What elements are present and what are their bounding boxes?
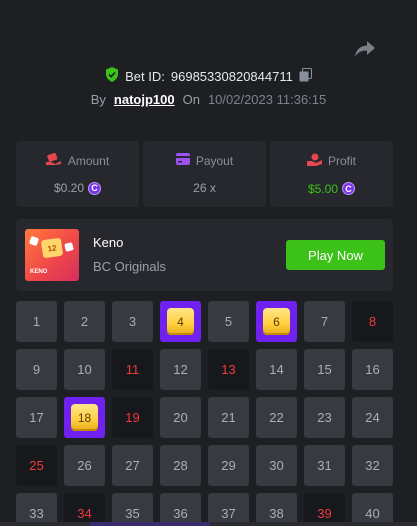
profit-stat: Profit $5.00 C [270, 141, 393, 207]
dice-icon [64, 242, 74, 252]
keno-tile-icon: 12 [40, 237, 64, 259]
keno-cell-3: 3 [112, 301, 153, 342]
keno-cell-13: 13 [208, 349, 249, 390]
by-label: By [90, 92, 106, 107]
keno-cell-18: 18 [64, 397, 105, 438]
bet-author-row: By natojp100 On 10/02/2023 11:36:15 [0, 92, 417, 107]
payout-label: Payout [195, 153, 234, 168]
game-card: 12 KENO Keno BC Originals Play Now [16, 219, 393, 291]
keno-cell-10: 10 [64, 349, 105, 390]
keno-cell-21: 21 [208, 397, 249, 438]
bottom-scroll-bar [0, 522, 417, 526]
keno-cell-7: 7 [304, 301, 345, 342]
bet-stats: Amount $0.20 C Payout 26 x Profit $5.00 … [16, 141, 393, 207]
bet-date: 10/02/2023 11:36:15 [207, 92, 327, 107]
coin-icon: C [342, 182, 356, 195]
keno-cell-14: 14 [256, 349, 297, 390]
profit-value: $5.00 [307, 181, 339, 196]
keno-cell-32: 32 [352, 445, 393, 486]
bottom-bar-segment [90, 522, 210, 526]
keno-cell-23: 23 [304, 397, 345, 438]
profit-label: Profit [327, 153, 356, 168]
keno-cell-20: 20 [160, 397, 201, 438]
keno-logo-text: KENO [30, 269, 48, 275]
dice-icon [28, 235, 40, 247]
game-provider: BC Originals [93, 259, 166, 274]
payout-icon [175, 153, 190, 168]
bet-id-label: Bet ID: [125, 68, 165, 84]
shield-check-icon [105, 67, 119, 85]
coin-icon: C [88, 181, 102, 195]
keno-hit-number: 4 [167, 308, 194, 335]
keno-cell-24: 24 [352, 397, 393, 438]
play-now-button[interactable]: Play Now [286, 240, 385, 270]
amount-label: Amount [67, 153, 110, 168]
keno-cell-19: 19 [112, 397, 153, 438]
keno-cell-9: 9 [16, 349, 57, 390]
keno-thumbnail[interactable]: 12 KENO [25, 229, 79, 281]
keno-cell-27: 27 [112, 445, 153, 486]
bet-id-value: 96985330820844711 [170, 68, 293, 84]
keno-cell-29: 29 [208, 445, 249, 486]
username-link[interactable]: natojp100 [114, 92, 175, 107]
keno-cell-31: 31 [304, 445, 345, 486]
game-title: Keno [93, 235, 124, 250]
amount-icon [45, 152, 62, 168]
keno-hit-number: 18 [71, 404, 98, 431]
keno-cell-28: 28 [160, 445, 201, 486]
keno-hit-number: 6 [263, 308, 290, 335]
keno-cell-1: 1 [16, 301, 57, 342]
copy-icon[interactable] [299, 67, 312, 85]
profit-icon [306, 153, 322, 169]
keno-cell-15: 15 [304, 349, 345, 390]
amount-stat: Amount $0.20 C [16, 141, 139, 207]
keno-cell-4: 4 [160, 301, 201, 342]
keno-board: 1 2 3 4 5 6 7 8 9 10 11 12 13 14 15 16 17 18 19 20 21 22 23 24 2… [16, 301, 393, 526]
keno-cell-26: 26 [64, 445, 105, 486]
keno-cell-22: 22 [256, 397, 297, 438]
on-label: On [182, 92, 200, 107]
keno-cell-8: 8 [352, 301, 393, 342]
keno-cell-5: 5 [208, 301, 249, 342]
keno-cell-11: 11 [112, 349, 153, 390]
payout-value: 26 x [193, 181, 216, 195]
share-icon[interactable] [354, 40, 376, 58]
payout-stat: Payout 26 x [143, 141, 266, 207]
bet-id-row: Bet ID: 96985330820844711 [0, 67, 417, 85]
keno-cell-30: 30 [256, 445, 297, 486]
keno-cell-16: 16 [352, 349, 393, 390]
keno-cell-2: 2 [64, 301, 105, 342]
keno-cell-25: 25 [16, 445, 57, 486]
keno-cell-17: 17 [16, 397, 57, 438]
amount-value: $0.20 [53, 181, 85, 195]
keno-cell-12: 12 [160, 349, 201, 390]
keno-cell-6: 6 [256, 301, 297, 342]
